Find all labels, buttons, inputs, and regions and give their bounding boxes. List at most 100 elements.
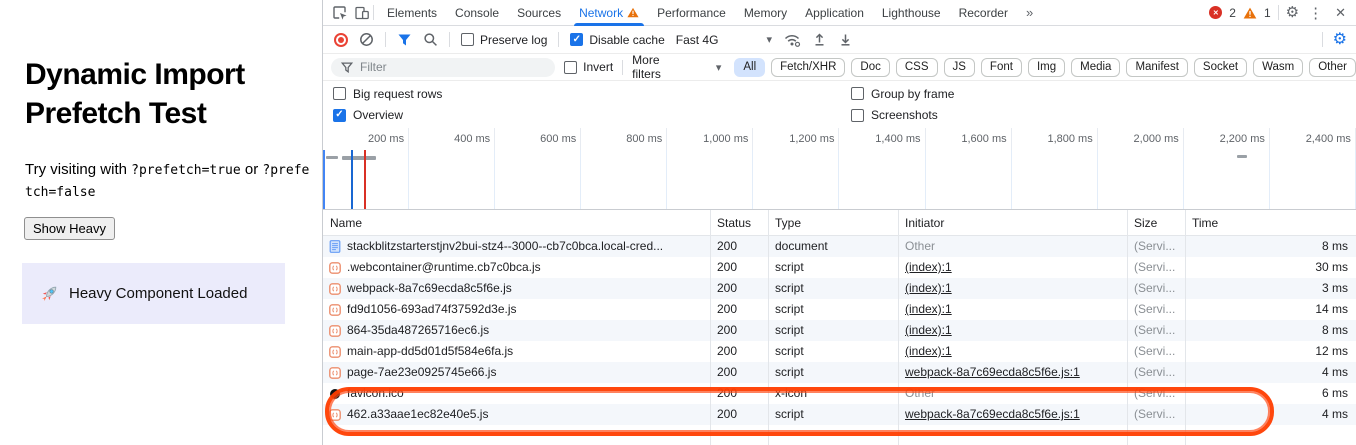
table-row[interactable]: fd9d1056-693ad74f37592d3e.js200script(in… xyxy=(323,299,1356,320)
disable-cache-label: Disable cache xyxy=(589,33,664,47)
filter-chip-wasm[interactable]: Wasm xyxy=(1253,58,1303,77)
overview-request-bar xyxy=(326,156,338,159)
invert-checkbox[interactable]: Invert xyxy=(564,60,613,74)
throttling-dropdown[interactable]: Fast 4G ▾ xyxy=(676,33,772,47)
filter-chip-all[interactable]: All xyxy=(734,58,765,77)
filter-chip-other[interactable]: Other xyxy=(1309,58,1356,77)
request-name-cell: page-7ae23e0925745e66.js xyxy=(323,362,710,383)
type-cell: x-icon xyxy=(768,383,898,404)
timeline-ruler[interactable]: 200 ms400 ms600 ms800 ms1,000 ms1,200 ms… xyxy=(323,128,1356,150)
settings-gear-icon[interactable]: ⚙ xyxy=(1286,5,1299,20)
record-button[interactable] xyxy=(334,33,348,47)
request-name: favicon.ico xyxy=(347,383,404,404)
error-count[interactable]: 2 xyxy=(1229,6,1236,20)
screenshots-checkbox[interactable]: Screenshots xyxy=(851,108,1356,122)
tab-sources[interactable]: Sources xyxy=(508,0,570,26)
tab-performance[interactable]: Performance xyxy=(648,0,735,26)
column-header-status[interactable]: Status xyxy=(710,210,768,235)
warning-icon[interactable] xyxy=(1243,7,1257,19)
timeline-tick: 2,200 ms xyxy=(1184,128,1270,150)
disable-cache-checkbox[interactable]: Disable cache xyxy=(570,33,664,47)
request-table: NameStatusTypeInitiatorSizeTime stackbli… xyxy=(323,210,1356,445)
tab-console[interactable]: Console xyxy=(446,0,508,26)
filter-chip-media[interactable]: Media xyxy=(1071,58,1120,77)
device-toolbar-icon[interactable] xyxy=(351,3,373,23)
status-cell: 200 xyxy=(710,404,768,425)
overview-checkbox[interactable]: Overview xyxy=(333,108,851,122)
devtools-tabs: ElementsConsoleSourcesNetworkPerformance… xyxy=(378,0,1017,26)
request-name: .webcontainer@runtime.cb7c0bca.js xyxy=(347,257,541,278)
column-divider[interactable] xyxy=(898,210,899,445)
column-divider[interactable] xyxy=(768,210,769,445)
initiator-cell: webpack-8a7c69ecda8c5f6e.js:1 xyxy=(898,404,1127,425)
clear-icon[interactable] xyxy=(359,32,374,47)
checkbox[interactable] xyxy=(851,109,864,122)
chevron-down-icon: ▾ xyxy=(716,61,722,74)
more-tabs-button[interactable]: » xyxy=(1017,5,1042,20)
network-conditions-icon[interactable] xyxy=(783,32,801,47)
table-row[interactable]: webpack-8a7c69ecda8c5f6e.js200script(ind… xyxy=(323,278,1356,299)
filter-chip-fetch-xhr[interactable]: Fetch/XHR xyxy=(771,58,845,77)
filter-chip-doc[interactable]: Doc xyxy=(851,58,889,77)
filter-chip-manifest[interactable]: Manifest xyxy=(1126,58,1187,77)
overview-request-bar xyxy=(342,156,376,160)
warning-count[interactable]: 1 xyxy=(1264,6,1271,20)
checkbox[interactable] xyxy=(564,61,577,74)
network-settings-gear-icon[interactable]: ⚙ xyxy=(1333,32,1347,48)
tab-memory[interactable]: Memory xyxy=(735,0,796,26)
column-header-initiator[interactable]: Initiator xyxy=(898,210,1127,235)
more-filters-dropdown[interactable]: More filters ▾ xyxy=(632,53,721,81)
kebab-menu-icon[interactable]: ⋮ xyxy=(1306,4,1325,22)
big-request-rows-checkbox[interactable]: Big request rows xyxy=(333,87,851,101)
initiator-cell: (index):1 xyxy=(898,257,1127,278)
checkbox[interactable] xyxy=(570,33,583,46)
inspect-element-icon[interactable] xyxy=(329,3,351,23)
tab-lighthouse[interactable]: Lighthouse xyxy=(873,0,950,26)
group-by-frame-checkbox[interactable]: Group by frame xyxy=(851,87,1356,101)
table-row-highlighted[interactable]: 462.a33aae1ec82e40e5.js200scriptwebpack-… xyxy=(323,404,1356,425)
table-row[interactable]: .webcontainer@runtime.cb7c0bca.js200scri… xyxy=(323,257,1356,278)
column-header-type[interactable]: Type xyxy=(768,210,898,235)
close-icon[interactable]: ✕ xyxy=(1332,5,1349,21)
error-icon[interactable] xyxy=(1209,6,1222,19)
table-row[interactable]: 864-35da487265716ec6.js200script(index):… xyxy=(323,320,1356,341)
filter-chip-font[interactable]: Font xyxy=(981,58,1022,77)
tab-elements[interactable]: Elements xyxy=(378,0,446,26)
import-har-icon[interactable] xyxy=(812,32,827,47)
filter-funnel-icon[interactable] xyxy=(397,33,412,47)
tab-network[interactable]: Network xyxy=(570,0,648,26)
filter-chip-socket[interactable]: Socket xyxy=(1194,58,1247,77)
favicon-icon xyxy=(330,389,340,399)
checkbox[interactable] xyxy=(461,33,474,46)
column-header-time[interactable]: Time xyxy=(1185,210,1356,235)
column-divider[interactable] xyxy=(710,210,711,445)
network-overview[interactable] xyxy=(323,150,1356,210)
network-warning-icon xyxy=(627,7,639,18)
table-row[interactable]: page-7ae23e0925745e66.js200scriptwebpack… xyxy=(323,362,1356,383)
filter-chip-css[interactable]: CSS xyxy=(896,58,938,77)
checkbox[interactable] xyxy=(333,109,346,122)
filter-chip-img[interactable]: Img xyxy=(1028,58,1065,77)
column-divider[interactable] xyxy=(1127,210,1128,445)
request-name: stackblitzstarterstjnv2bui-stz4--3000--c… xyxy=(347,236,663,257)
filter-input[interactable]: Filter xyxy=(331,58,555,77)
status-cell: 200 xyxy=(710,341,768,362)
filter-chip-js[interactable]: JS xyxy=(944,58,975,77)
code-prefetch-true: ?prefetch=true xyxy=(131,163,241,178)
checkbox[interactable] xyxy=(333,87,346,100)
overview-left-handle[interactable] xyxy=(323,150,325,209)
tab-application[interactable]: Application xyxy=(796,0,873,26)
column-header-name[interactable]: Name xyxy=(323,210,710,235)
table-row[interactable]: stackblitzstarterstjnv2bui-stz4--3000--c… xyxy=(323,236,1356,257)
table-row[interactable]: favicon.ico200x-iconOther(Servi...6 ms xyxy=(323,383,1356,404)
column-header-size[interactable]: Size xyxy=(1127,210,1185,235)
preserve-log-checkbox[interactable]: Preserve log xyxy=(461,33,547,47)
column-divider[interactable] xyxy=(1185,210,1186,445)
checkbox[interactable] xyxy=(851,87,864,100)
show-heavy-button[interactable]: Show Heavy xyxy=(24,217,115,240)
export-har-icon[interactable] xyxy=(838,32,853,47)
search-icon[interactable] xyxy=(423,32,438,47)
table-row[interactable]: main-app-dd5d01d5f584e6fa.js200script(in… xyxy=(323,341,1356,362)
tab-recorder[interactable]: Recorder xyxy=(950,0,1017,26)
status-cell: 200 xyxy=(710,299,768,320)
